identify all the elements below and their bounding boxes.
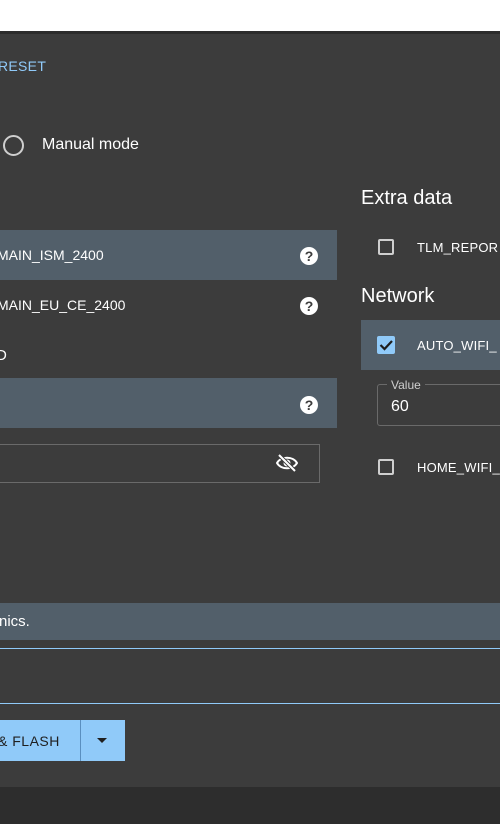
- auto-wifi-checkbox[interactable]: [377, 336, 395, 354]
- top-bar: [0, 0, 500, 32]
- flash-button-label: & FLASH: [0, 733, 60, 749]
- reset-button[interactable]: RESET: [0, 58, 46, 74]
- checkbox-label: HOME_WIFI_: [417, 460, 500, 475]
- manual-mode-label: Manual mode: [42, 136, 139, 153]
- extra-data-heading: Extra data: [361, 187, 453, 209]
- manual-mode-radio[interactable]: [3, 135, 24, 156]
- flash-options-button[interactable]: [81, 720, 125, 761]
- checkbox-label: TLM_REPOR: [417, 240, 499, 255]
- notice-text: nics.: [0, 613, 30, 630]
- domain-option-label: MAIN_EU_CE_2400: [0, 297, 126, 313]
- blank-option-row[interactable]: [0, 378, 337, 428]
- home-wifi-checkbox[interactable]: [378, 459, 394, 475]
- caret-down-icon: [97, 738, 107, 743]
- network-heading: Network: [361, 285, 435, 307]
- help-icon[interactable]: ?: [300, 247, 318, 265]
- password-input[interactable]: [0, 444, 320, 483]
- flash-button[interactable]: & FLASH: [0, 720, 80, 761]
- help-icon[interactable]: ?: [300, 396, 318, 414]
- help-icon[interactable]: ?: [300, 297, 318, 315]
- eye-off-icon[interactable]: [275, 453, 299, 473]
- domain-option-label: MAIN_ISM_2400: [0, 247, 104, 263]
- value-field-text: 60: [391, 398, 409, 415]
- top-divider: [0, 31, 500, 34]
- tlm-report-checkbox[interactable]: [378, 239, 394, 255]
- value-field-legend: Value: [387, 378, 425, 392]
- checkbox-label: AUTO_WIFI_: [417, 338, 497, 353]
- footer-bar: [0, 787, 500, 824]
- partial-label: D: [0, 347, 7, 364]
- notice-banner: [0, 603, 500, 640]
- log-output[interactable]: [0, 648, 500, 704]
